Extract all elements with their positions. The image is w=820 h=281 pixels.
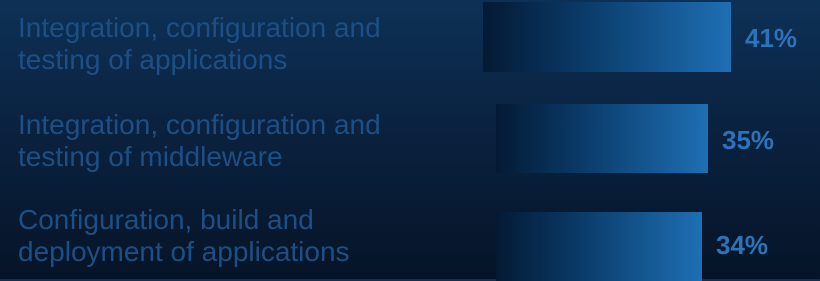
bar [496, 104, 708, 173]
bar [496, 212, 702, 281]
value-label: 41% [745, 23, 798, 53]
bar-chart: Integration, configuration and testing o… [0, 0, 820, 281]
bar [483, 2, 731, 72]
value-label: 34% [716, 230, 769, 260]
category-label: Integration, configuration and testing o… [18, 109, 381, 172]
category-label: Configuration, build and deployment of a… [18, 204, 350, 267]
value-label: 35% [722, 125, 775, 155]
category-label: Integration, configuration and testing o… [18, 12, 381, 75]
